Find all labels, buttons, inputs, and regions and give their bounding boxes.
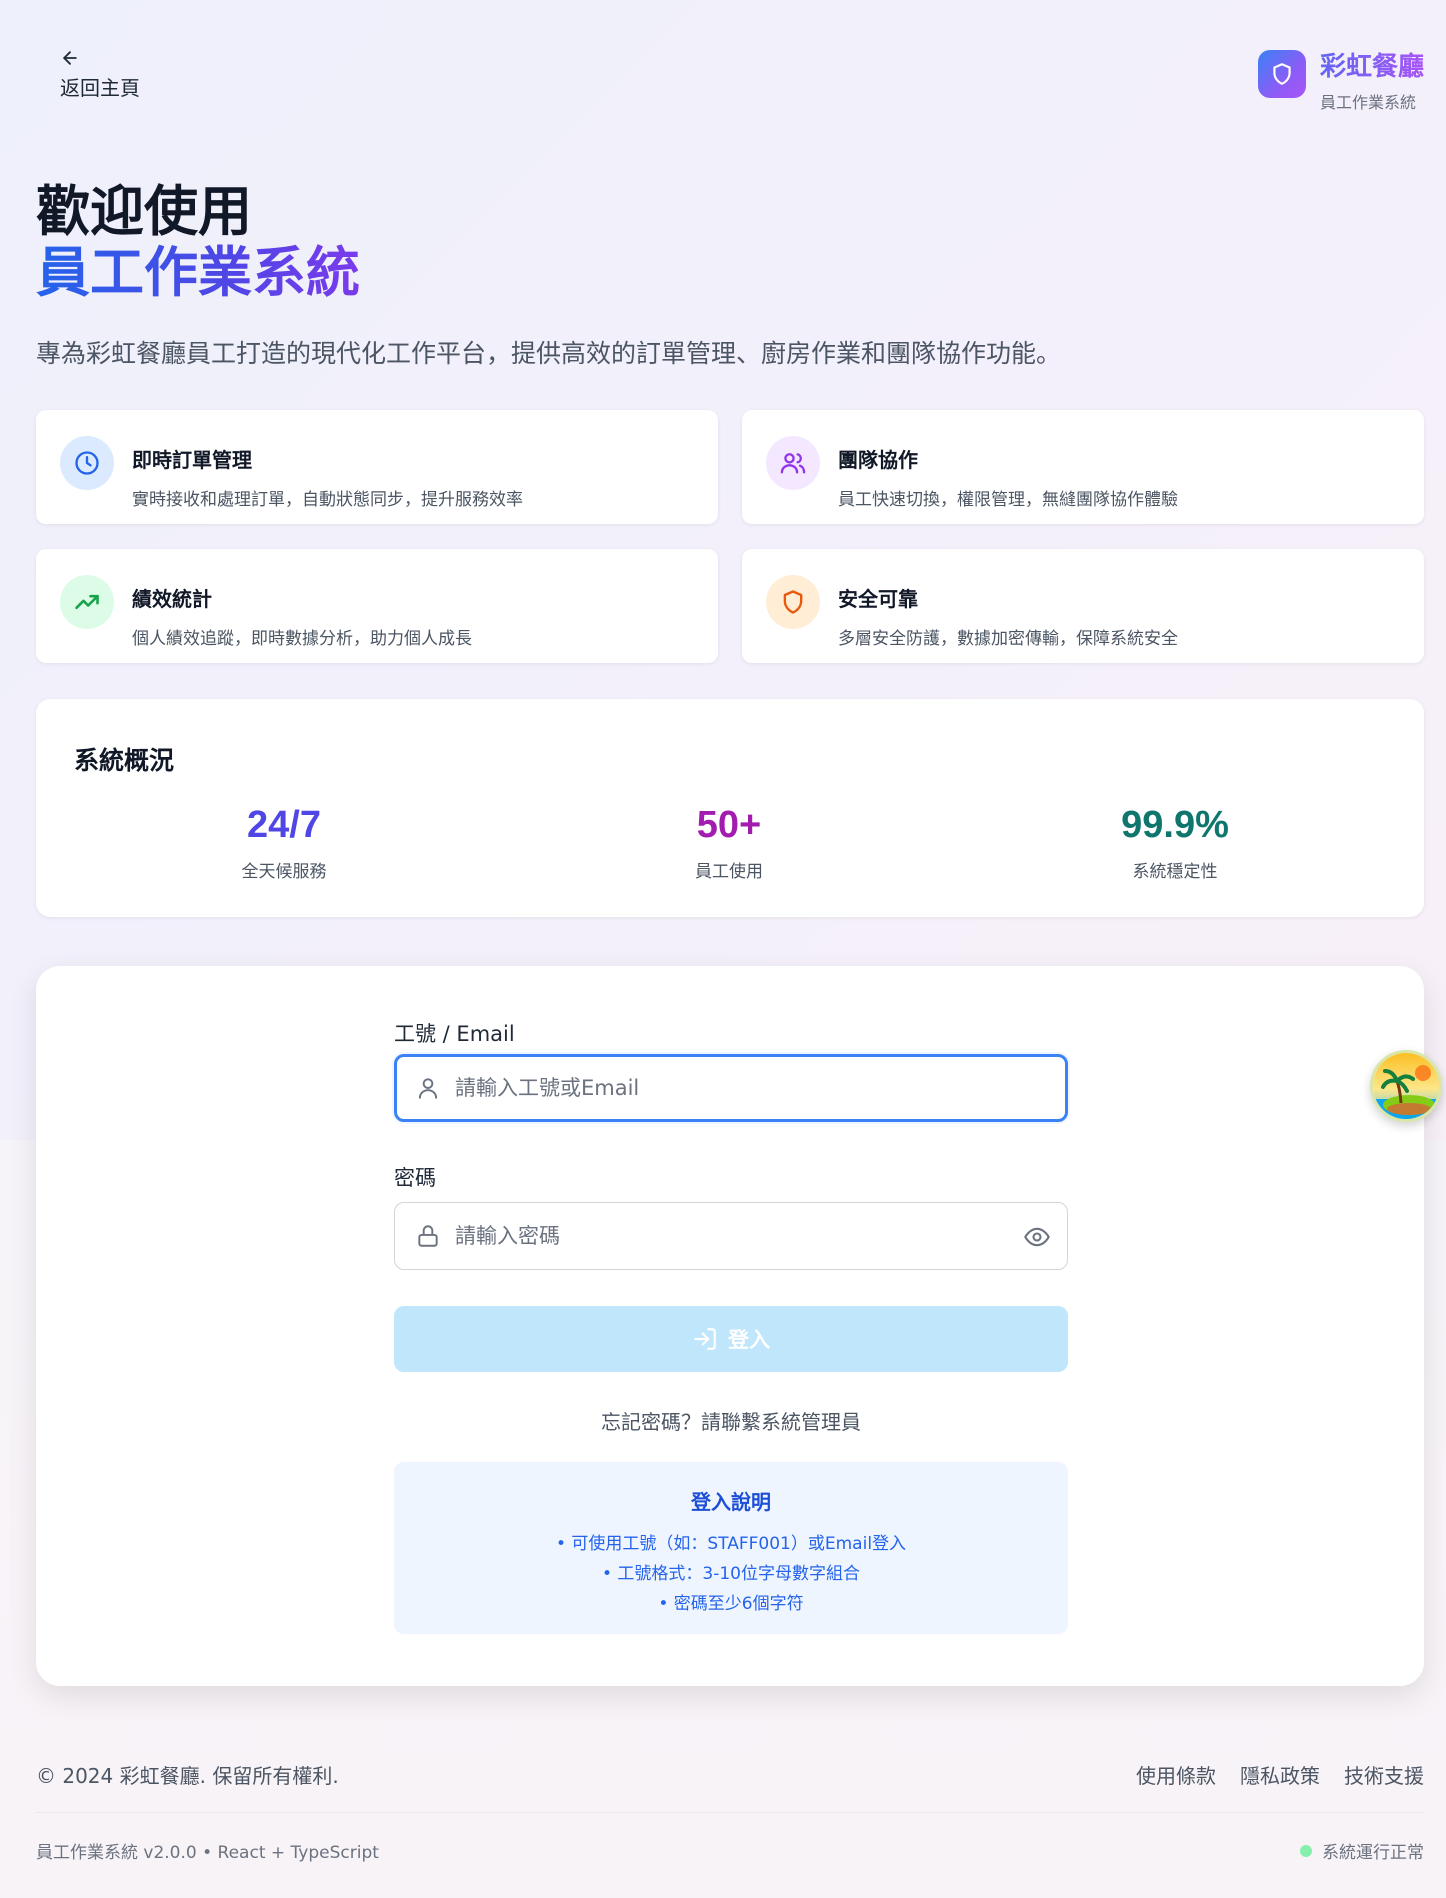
login-button-label: 登入 [728,1328,770,1352]
system-overview: 系統概況 24/7 全天候服務 50+ 員工使用 99.9% 系統穩定性 [36,699,1424,917]
copyright-text: © 2024 彩虹餐廳. 保留所有權利. [36,1764,339,1788]
id-field[interactable] [394,1054,1068,1122]
stats-title: 系統概況 [74,746,175,775]
stat-value: 24/7 [247,804,321,846]
trending-up-icon [60,575,114,629]
login-help-box: 登入說明 • 可使用工號（如：STAFF001）或Email登入 • 工號格式：… [394,1462,1068,1634]
feature-desc: 多層安全防護，數據加密傳輸，保障系統安全 [838,629,1178,649]
feature-title: 績效統計 [132,587,212,611]
stat-stability: 99.9% 系統穩定性 [1025,804,1325,882]
shield-icon [1273,63,1291,85]
floating-avatar-button[interactable] [1370,1050,1442,1122]
brand-name: 彩虹餐廳 [1320,46,1424,83]
footer-links: 使用條款 隱私政策 技術支援 [1136,1760,1424,1789]
help-item: • 工號格式：3-10位字母數字組合 [601,1564,860,1584]
hero-description: 專為彩虹餐廳員工打造的現代化工作平台，提供高效的訂單管理、廚房作業和團隊協作功能… [36,339,1062,368]
feature-title: 安全可靠 [838,587,918,611]
hero-title-line1: 歡迎使用 [36,180,252,243]
brand: 彩虹餐廳 員工作業系統 [1257,46,1424,113]
login-card: 工號 / Email 密碼 登入 忘記密碼？請聯繫系統管理員 登入說明 • 可使… [36,966,1424,1686]
hero-title-line2: 員工作業系統 [36,241,360,304]
help-title: 登入說明 [691,1490,771,1514]
feature-card-performance: 績效統計 個人績效追蹤，即時數據分析，助力個人成長 [36,549,718,663]
password-field-label: 密碼 [394,1166,436,1190]
stat-label: 員工使用 [695,862,763,882]
help-item: • 可使用工號（如：STAFF001）或Email登入 [555,1534,907,1554]
terms-link[interactable]: 使用條款 [1136,1760,1216,1789]
support-link[interactable]: 技術支援 [1344,1760,1424,1789]
id-field-label: 工號 / Email [394,1022,515,1046]
brand-subtitle: 員工作業系統 [1319,93,1416,112]
stat-label: 全天候服務 [241,862,327,882]
privacy-link[interactable]: 隱私政策 [1240,1760,1320,1789]
system-status: 系統運行正常 [1300,1838,1424,1863]
stat-value: 50+ [696,804,762,846]
feature-desc: 實時接收和處理訂單，自動狀態同步，提升服務效率 [132,490,523,510]
stat-users: 50+ 員工使用 [579,804,879,882]
shield-icon [766,575,820,629]
feature-title: 團隊協作 [838,448,918,472]
eye-icon[interactable] [1023,1223,1051,1251]
login-page: 返回主頁 彩虹餐廳 員工作業系統 歡迎使用 員工作業系統 專為彩虹餐廳員工打造的… [0,0,1446,1898]
feature-card-team: 團隊協作 員工快速切換，權限管理，無縫團隊協作體驗 [742,410,1424,524]
back-home-label: 返回主頁 [60,76,140,100]
log-in-icon [694,1328,716,1350]
clock-icon [60,436,114,490]
feature-card-security: 安全可靠 多層安全防護，數據加密傳輸，保障系統安全 [742,549,1424,663]
feature-desc: 個人績效追蹤，即時數據分析，助力個人成長 [132,629,472,649]
brand-logo [1257,50,1306,98]
stat-uptime: 24/7 全天候服務 [134,804,434,882]
system-status-label: 系統運行正常 [1322,1843,1424,1863]
password-input[interactable] [455,1224,1067,1248]
lock-icon [418,1225,438,1247]
users-icon [766,436,820,490]
help-list: • 可使用工號（如：STAFF001）或Email登入 • 工號格式：3-10位… [394,1529,1068,1619]
forgot-password-text: 忘記密碼？請聯繫系統管理員 [601,1410,861,1434]
feature-desc: 員工快速切換，權限管理，無縫團隊協作體驗 [838,490,1178,510]
arrow-left-icon [63,51,77,65]
feature-card-orders: 即時訂單管理 實時接收和處理訂單，自動狀態同步，提升服務效率 [36,410,718,524]
login-button[interactable]: 登入 [394,1306,1068,1372]
help-item: • 密碼至少6個字符 [658,1594,804,1614]
id-input[interactable] [455,1076,1065,1100]
stat-label: 系統穩定性 [1132,862,1218,882]
password-field[interactable] [394,1202,1068,1270]
feature-title: 即時訂單管理 [132,448,252,472]
island-icon [1373,1053,1439,1119]
stat-value: 99.9% [1121,804,1229,846]
status-dot-icon [1300,1844,1312,1857]
footer-divider [36,1812,1424,1813]
version-text: 員工作業系統 v2.0.0 • React + TypeScript [36,1843,379,1863]
back-home-link[interactable]: 返回主頁 [60,48,140,101]
hero-title: 歡迎使用 員工作業系統 [36,182,360,304]
user-icon [418,1078,438,1099]
